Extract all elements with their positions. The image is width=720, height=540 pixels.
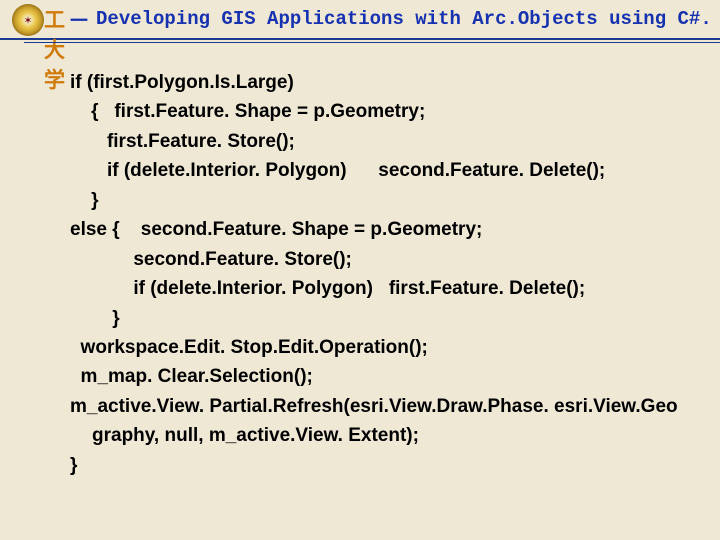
code-line: m_active.View. Partial.Refresh(esri.View… [70,392,680,421]
university-logo-icon: ✶ [12,4,44,36]
university-name: 西理工大学 [44,0,66,94]
code-line: workspace.Edit. Stop.Edit.Operation(); [70,333,710,362]
code-line: else { second.Feature. Shape = p.Geometr… [70,215,710,244]
course-title: Developing GIS Applications with Arc.Obj… [96,8,720,30]
title-separator: － [68,3,90,35]
code-line: second.Feature. Store(); [70,245,710,274]
slide-header: ✶ 西理工大学 － Developing GIS Applications wi… [0,0,720,40]
code-block: if (first.Polygon.Is.Large) { first.Feat… [0,40,720,480]
code-line: } [70,186,710,215]
code-line: first.Feature. Store(); [70,127,710,156]
code-line: if (delete.Interior. Polygon) second.Fea… [70,156,710,185]
code-line: } [70,304,710,333]
code-line: { first.Feature. Shape = p.Geometry; [70,97,710,126]
code-line: } [70,451,710,480]
code-line: if (delete.Interior. Polygon) first.Feat… [70,274,710,303]
code-line: if (first.Polygon.Is.Large) [70,68,710,97]
code-line: m_map. Clear.Selection(); [70,362,710,391]
code-line: graphy, null, m_active.View. Extent); [70,421,670,450]
